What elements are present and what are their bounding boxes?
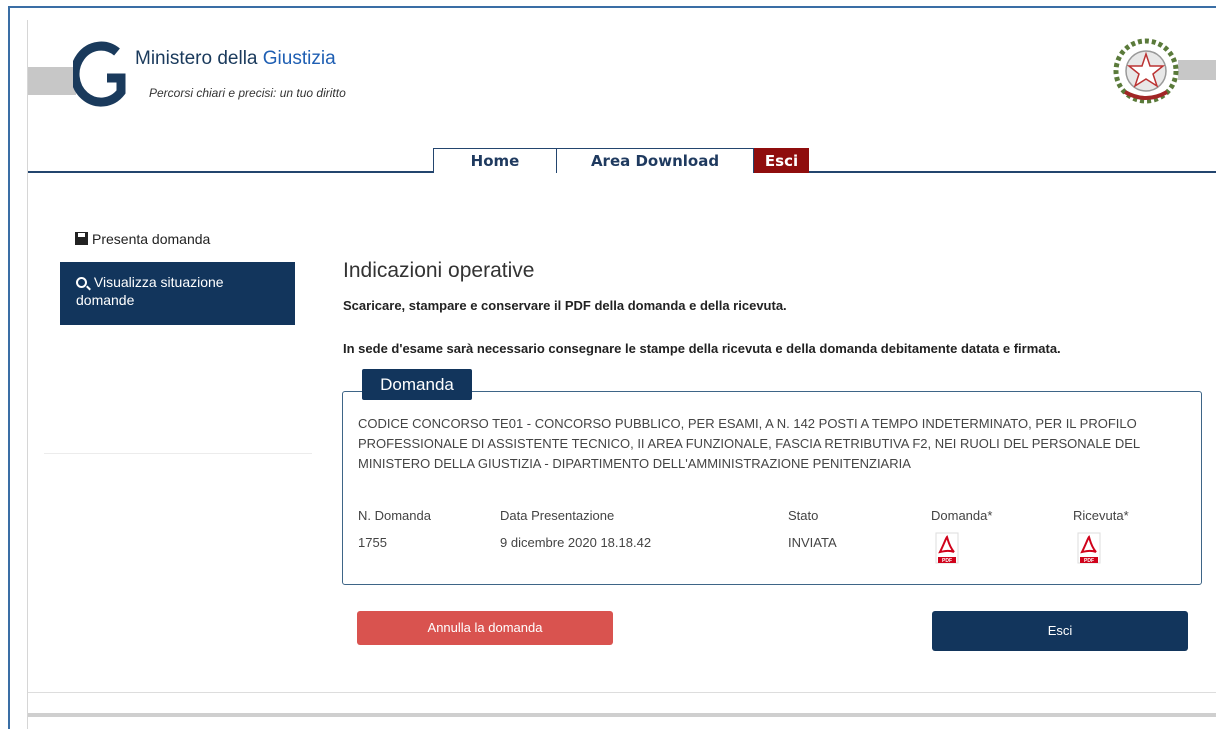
nav-home[interactable]: Home	[433, 148, 557, 173]
pdf-ricevuta-icon[interactable]: PDF	[1077, 532, 1101, 564]
pdf-badge-label: PDF	[942, 558, 952, 564]
panel-tab-domanda: Domanda	[362, 369, 472, 400]
logo-g-icon	[73, 41, 126, 107]
esci-button[interactable]: Esci	[932, 611, 1188, 651]
stato-value: INVIATA	[788, 535, 837, 550]
numero-value: 1755	[358, 535, 387, 550]
save-icon	[75, 232, 88, 245]
main-nav: Home Area Download Esci	[28, 148, 1216, 173]
concorso-description: CODICE CONCORSO TE01 - CONCORSO PUBBLICO…	[358, 416, 1140, 471]
nav-area-download[interactable]: Area Download	[556, 148, 754, 173]
annulla-domanda-button[interactable]: Annulla la domanda	[357, 611, 613, 645]
logo-subtitle: Percorsi chiari e precisi: un tuo diritt…	[149, 86, 346, 100]
sidebar-item-label: Presenta domanda	[92, 231, 211, 247]
sidebar-divider	[44, 453, 312, 454]
ministry-logo[interactable]: Ministero della Giustizia Percorsi chiar…	[73, 34, 393, 124]
col-stato-label: Stato	[788, 508, 819, 523]
header-decor-right	[1178, 60, 1216, 80]
instruction-download: Scaricare, stampare e conservare il PDF …	[343, 298, 787, 313]
col-numero-label: N. Domanda	[358, 508, 431, 523]
sidebar-item-visualizza-situazione[interactable]: Visualizza situazione domande	[60, 262, 295, 325]
nav-esci[interactable]: Esci	[754, 148, 809, 173]
republic-emblem-icon	[1113, 38, 1179, 104]
data-value: 9 dicembre 2020 18.18.42	[500, 535, 652, 550]
col-domanda-label: Domanda*	[931, 508, 993, 523]
page-title: Indicazioni operative	[343, 259, 535, 282]
col-ricevuta-label: Ricevuta*	[1073, 508, 1129, 523]
footer-bar	[28, 713, 1216, 717]
pdf-badge-label: PDF	[1084, 558, 1094, 564]
search-icon	[76, 277, 87, 288]
logo-title: Ministero della Giustizia	[135, 48, 336, 69]
page: Ministero della Giustizia Percorsi chiar…	[27, 20, 1216, 729]
pdf-domanda-icon[interactable]: PDF	[935, 532, 959, 564]
instruction-exam: In sede d'esame sarà necessario consegna…	[343, 341, 1061, 356]
sidebar-item-presenta-domanda[interactable]: Presenta domanda	[75, 231, 210, 247]
footer-divider	[28, 692, 1216, 693]
col-data-label: Data Presentazione	[500, 508, 615, 523]
header-decor-left	[28, 67, 76, 95]
sidebar-item-label: Visualizza situazione domande	[76, 274, 224, 308]
